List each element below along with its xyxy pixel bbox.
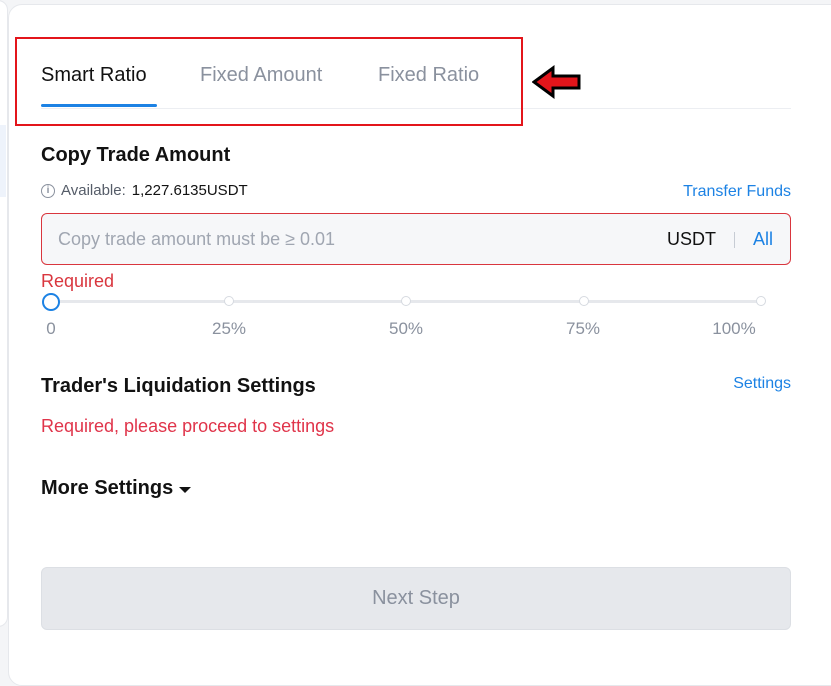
annotation-arrow-icon [532, 65, 581, 99]
copy-trade-amount-title: Copy Trade Amount [41, 144, 231, 166]
transfer-funds-link[interactable]: Transfer Funds [683, 183, 791, 201]
liquidation-error: Required, please proceed to settings [41, 416, 335, 436]
slider-mark-50[interactable] [401, 296, 411, 306]
background-left-panel [0, 0, 8, 627]
settings-link[interactable]: Settings [733, 375, 791, 393]
required-error: Required [41, 271, 115, 291]
more-settings-label: More Settings [41, 477, 174, 499]
slider-mark-75[interactable] [578, 296, 589, 306]
copy-amount-input[interactable] [58, 226, 598, 252]
slider-tick-label: 25% [211, 319, 247, 338]
next-step-button[interactable]: Next Step [41, 567, 791, 630]
amount-slider[interactable] [41, 290, 771, 314]
available-value: 1,227.6135USDT [131, 182, 248, 199]
liquidation-settings-title: Trader's Liquidation Settings [41, 375, 316, 397]
slider-tick-label: 0 [46, 319, 56, 338]
copy-amount-field: USDT All [41, 213, 791, 265]
input-divider [734, 232, 735, 248]
slider-mark-25[interactable] [223, 296, 234, 306]
annotation-highlight-box [15, 37, 523, 126]
all-button[interactable]: All [753, 229, 773, 250]
more-settings-toggle[interactable]: More Settings [41, 477, 192, 500]
slider-handle[interactable] [42, 293, 60, 311]
info-icon: i [41, 183, 55, 198]
slider-tick-label: 50% [388, 319, 424, 338]
available-balance: i Available: 1,227.6135USDT [41, 182, 248, 199]
caret-down-icon [179, 487, 192, 493]
slider-mark-100[interactable] [756, 296, 766, 306]
background-left-highlight [0, 125, 6, 197]
slider-tick-label: 75% [565, 319, 601, 338]
currency-unit: USDT [667, 229, 716, 249]
available-label: Available: [61, 182, 126, 199]
slider-tick-label: 100% [712, 319, 756, 338]
